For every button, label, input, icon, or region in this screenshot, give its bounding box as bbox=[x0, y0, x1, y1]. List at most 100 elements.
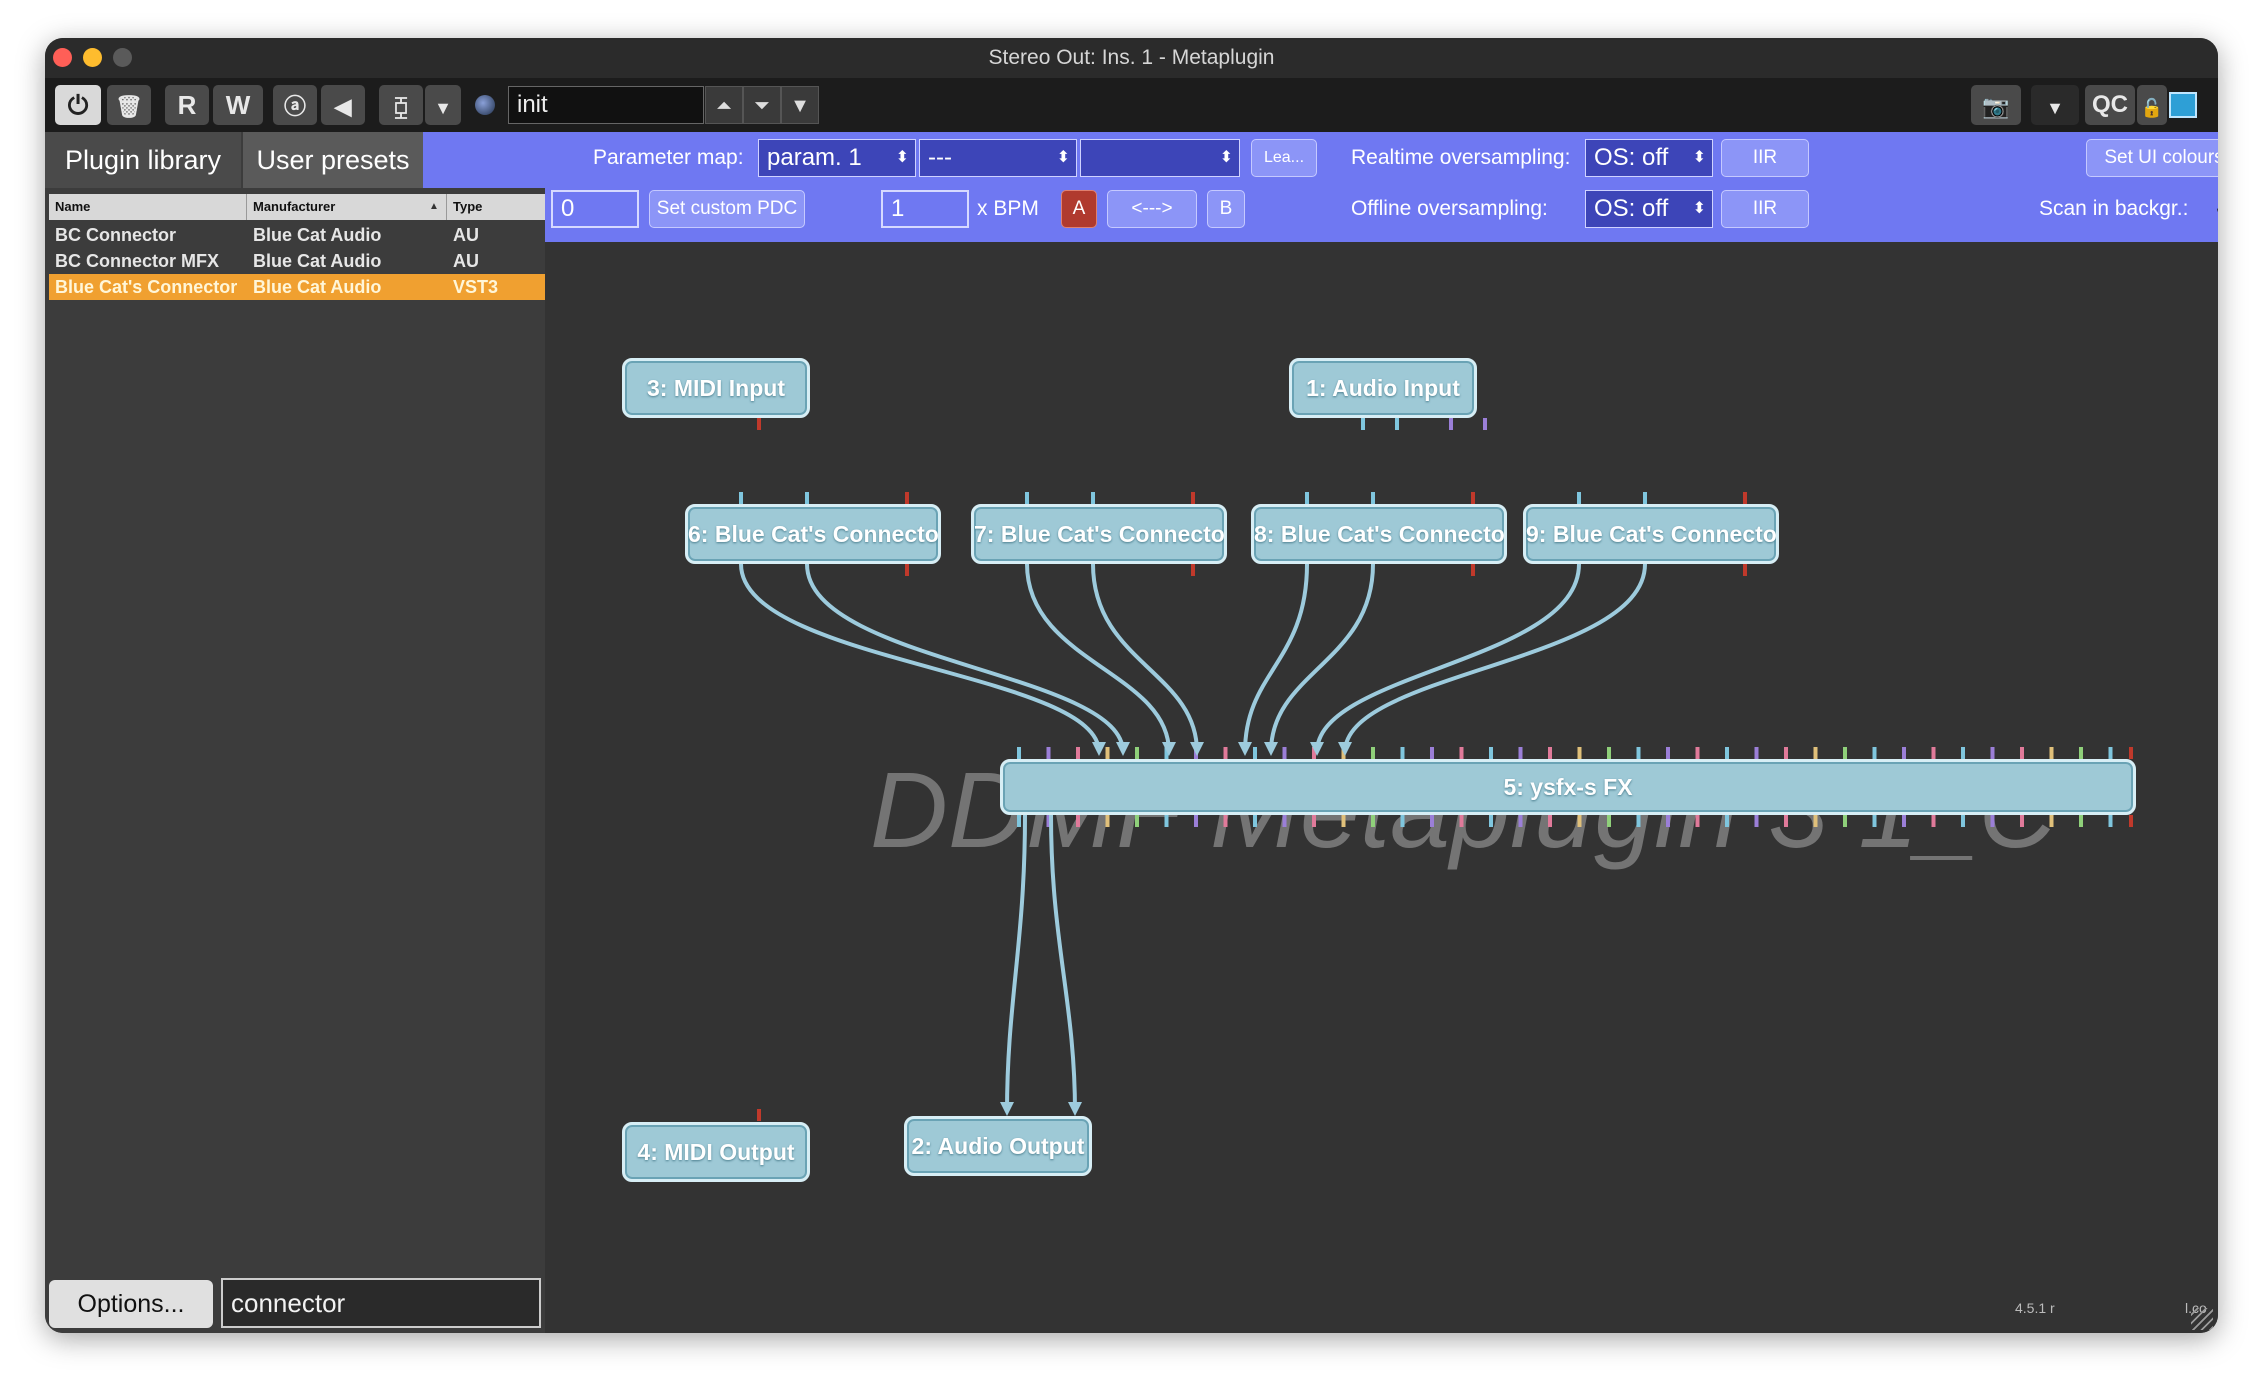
column-type[interactable]: Type bbox=[447, 194, 545, 220]
connector-pin bbox=[1282, 747, 1287, 759]
node-midi-output[interactable]: 4: MIDI Output bbox=[622, 1122, 810, 1182]
connector-pin bbox=[1743, 492, 1747, 504]
read-automation-button[interactable]: R bbox=[165, 85, 209, 125]
arrow-left-icon: ◀ bbox=[334, 94, 352, 119]
preset-name-field[interactable]: init bbox=[508, 86, 704, 124]
pdc-value-input[interactable]: 0 bbox=[551, 190, 639, 228]
compare-button[interactable]: ⧮ bbox=[379, 85, 423, 125]
row-manufacturer: Blue Cat Audio bbox=[253, 251, 382, 271]
options-dropdown[interactable]: ▼ bbox=[2031, 85, 2079, 125]
version-label: 4.5.1 r bbox=[2015, 1300, 2055, 1316]
down-arrow-icon: ⏷ bbox=[754, 95, 770, 117]
power-button[interactable]: ⏻ bbox=[55, 85, 101, 125]
auto-button[interactable]: ⓐ bbox=[273, 85, 317, 125]
connector-pin bbox=[1076, 815, 1080, 827]
connector-pin bbox=[2129, 815, 2133, 827]
camera-icon: 📷 bbox=[1982, 94, 2010, 119]
offline-iir-button[interactable]: IIR bbox=[1721, 190, 1809, 228]
connector-pin bbox=[1961, 747, 1965, 759]
compare-dropdown[interactable]: ▼ bbox=[425, 85, 461, 125]
color-swatch-button[interactable] bbox=[2169, 92, 2197, 118]
wire-arrow-icon bbox=[1338, 742, 1352, 756]
preset-b-button[interactable]: B bbox=[1207, 190, 1245, 228]
options-button[interactable]: Options... bbox=[49, 1280, 213, 1328]
bypass-button[interactable]: 🗑 bbox=[107, 85, 151, 125]
connector-pin bbox=[1577, 747, 1582, 759]
connector-pin bbox=[1607, 815, 1611, 827]
table-row[interactable]: BC Connector Blue Cat Audio AU bbox=[49, 222, 545, 248]
node-blue-cats-connector-7[interactable]: 7: Blue Cat's Connector bbox=[971, 504, 1227, 564]
connector-pin bbox=[1754, 747, 1759, 759]
preset-prev-button[interactable]: ⏶ bbox=[705, 86, 743, 124]
row-type: AU bbox=[453, 251, 479, 271]
connector-pin bbox=[1105, 815, 1110, 827]
plugin-search-input[interactable]: connector bbox=[221, 1278, 541, 1328]
connector-pin bbox=[1135, 747, 1139, 759]
tab-plugin-library[interactable]: Plugin library bbox=[45, 132, 241, 188]
preset-a-button[interactable]: A bbox=[1061, 190, 1097, 228]
connector-pin bbox=[1471, 564, 1475, 576]
connector-pin bbox=[1483, 418, 1487, 430]
connector-pin bbox=[1931, 815, 1936, 827]
connector-pin bbox=[1695, 747, 1700, 759]
preset-menu-button[interactable]: ▼ bbox=[781, 86, 819, 124]
library-column-header: Name Manufacturer ▲ Type bbox=[49, 194, 545, 220]
node-midi-input[interactable]: 3: MIDI Input bbox=[622, 358, 810, 418]
preset-next-button[interactable]: ⏷ bbox=[743, 86, 781, 124]
wire-arrow-icon bbox=[1264, 742, 1278, 756]
circle-a-icon: ⓐ bbox=[283, 94, 306, 119]
routing-graph[interactable]: DDMF Metaplugin 3 1_C 3: MIDI Input 1: A… bbox=[545, 242, 2218, 1333]
connector-pin bbox=[1312, 815, 1316, 827]
learn-button[interactable]: Lea... bbox=[1251, 139, 1317, 177]
connector-pin bbox=[2129, 747, 2133, 759]
node-blue-cats-connector-6[interactable]: 6: Blue Cat's Connector bbox=[685, 504, 941, 564]
resize-grip-icon[interactable] bbox=[2191, 1308, 2213, 1330]
bpm-multiplier-input[interactable]: 1 bbox=[881, 190, 969, 228]
connector-pin bbox=[1253, 815, 1257, 827]
parameter-map-value: param. 1 bbox=[767, 144, 862, 171]
table-row-selected[interactable]: Blue Cat's Connector Blue Cat Audio VST3 bbox=[49, 274, 545, 300]
wire-arrow-icon bbox=[1238, 742, 1252, 756]
realtime-iir-button[interactable]: IIR bbox=[1721, 139, 1809, 177]
set-ui-colours-button[interactable]: Set UI colours bbox=[2086, 139, 2218, 177]
offline-oversampling-value: OS: off bbox=[1594, 195, 1669, 222]
connector-pin bbox=[739, 492, 743, 504]
lock-button[interactable]: 🔓 bbox=[2137, 85, 2167, 125]
connector-pin bbox=[1643, 492, 1647, 504]
node-blue-cats-connector-9[interactable]: 9: Blue Cat's Connector bbox=[1523, 504, 1779, 564]
table-row[interactable]: BC Connector MFX Blue Cat Audio AU bbox=[49, 248, 545, 274]
parameter-map-select-3[interactable]: ⬍ bbox=[1080, 139, 1240, 177]
connector-pin bbox=[757, 418, 761, 430]
connector-pin bbox=[1253, 747, 1257, 759]
connector-pin bbox=[1164, 815, 1169, 827]
column-name[interactable]: Name bbox=[49, 194, 247, 220]
connector-pin bbox=[1961, 815, 1965, 827]
connector-pin bbox=[1489, 747, 1493, 759]
node-blue-cats-connector-8[interactable]: 8: Blue Cat's Connector bbox=[1251, 504, 1507, 564]
realtime-oversampling-select[interactable]: OS: off ⬍ bbox=[1585, 139, 1713, 177]
offline-oversampling-select[interactable]: OS: off ⬍ bbox=[1585, 190, 1713, 228]
tab-user-presets[interactable]: User presets bbox=[243, 132, 423, 188]
connector-pin bbox=[1282, 815, 1287, 827]
connector-pin bbox=[1430, 815, 1434, 827]
connector-pin bbox=[1395, 418, 1399, 430]
node-audio-output[interactable]: 2: Audio Output bbox=[904, 1116, 1092, 1176]
node-ysfx-s-fx[interactable]: 5: ysfx-s FX bbox=[1000, 759, 2136, 815]
bpm-label: x BPM bbox=[977, 197, 1039, 220]
column-manufacturer[interactable]: Manufacturer bbox=[247, 194, 447, 220]
qc-button[interactable]: QC bbox=[2085, 85, 2135, 125]
ab-swap-button[interactable]: <---> bbox=[1107, 190, 1197, 228]
wire-arrow-icon bbox=[1162, 742, 1176, 756]
write-automation-button[interactable]: W bbox=[213, 85, 263, 125]
updown-arrow-icon: ⬍ bbox=[1219, 149, 1233, 166]
snapshot-button[interactable]: 📷 bbox=[1971, 85, 2021, 125]
node-audio-input[interactable]: 1: Audio Input bbox=[1289, 358, 1477, 418]
parameter-map-select[interactable]: param. 1 ⬍ bbox=[758, 139, 916, 177]
parameter-map-value-2: --- bbox=[928, 144, 952, 171]
connector-pin bbox=[1191, 564, 1195, 576]
undo-button[interactable]: ◀ bbox=[321, 85, 365, 125]
parameter-map-select-2[interactable]: --- ⬍ bbox=[919, 139, 1077, 177]
set-custom-pdc-button[interactable]: Set custom PDC bbox=[649, 190, 805, 228]
scan-in-background-checkbox[interactable]: ✓ bbox=[2213, 190, 2218, 224]
connector-pin bbox=[1371, 492, 1375, 504]
